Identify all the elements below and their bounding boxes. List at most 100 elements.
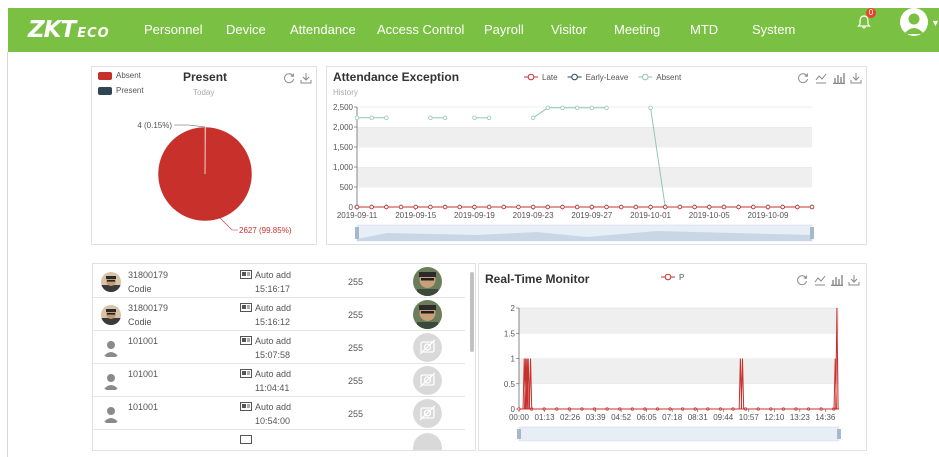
verify-mode: Auto add	[255, 369, 292, 379]
legend-swatch-absent	[98, 72, 112, 80]
nav-access-control[interactable]: Access Control	[377, 8, 464, 52]
data-point-absent[interactable]	[472, 115, 477, 120]
data-point-absent[interactable]	[648, 105, 653, 110]
data-point-absent[interactable]	[545, 105, 551, 110]
data-point-late[interactable]	[472, 204, 477, 210]
no-photo-icon[interactable]	[413, 333, 442, 362]
data-point-late[interactable]	[457, 204, 462, 210]
data-point-absent[interactable]	[589, 105, 595, 110]
data-point-late[interactable]	[574, 204, 580, 210]
list-item[interactable]: 101001 Auto add 10:54:00 255	[93, 397, 465, 430]
x-tick-label: 2019-09-15	[395, 211, 436, 220]
data-point-absent[interactable]	[369, 115, 374, 120]
data-point-late[interactable]	[648, 204, 653, 210]
data-point-absent[interactable]	[530, 115, 536, 120]
list-item-partial[interactable]	[93, 430, 465, 450]
data-point-late[interactable]	[501, 204, 506, 210]
x-tick-label: 12:10	[764, 413, 785, 422]
zoom-handle-left[interactable]	[517, 429, 521, 439]
record-time: 15:07:58	[255, 350, 291, 360]
zoom-handle-left[interactable]	[355, 227, 359, 239]
nav-personnel[interactable]: Personnel	[144, 8, 203, 52]
data-point-late[interactable]	[413, 204, 418, 210]
captured-photo[interactable]	[413, 300, 442, 329]
data-point-late[interactable]	[398, 204, 404, 210]
nav-meeting[interactable]: Meeting	[614, 8, 660, 52]
data-point-late[interactable]	[618, 204, 624, 210]
data-point-late[interactable]	[442, 204, 448, 210]
list-scrollbar[interactable]	[470, 272, 474, 352]
x-tick-label: 13:23	[790, 413, 811, 422]
captured-photo[interactable]	[413, 267, 442, 296]
present-panel: Absent Present Present Today 4 (0.15%) 26…	[91, 66, 317, 245]
nav-payroll[interactable]: Payroll	[484, 8, 524, 52]
zoom-slider[interactable]	[518, 426, 840, 442]
data-point-absent[interactable]	[442, 115, 448, 120]
data-point-absent[interactable]	[604, 105, 609, 110]
data-point-late[interactable]	[354, 204, 360, 210]
pie-label-line-present	[174, 124, 206, 128]
data-point-late[interactable]	[736, 204, 741, 210]
no-photo-icon[interactable]	[413, 366, 442, 395]
legend-swatch-present	[98, 87, 112, 95]
data-point-absent[interactable]	[486, 115, 492, 120]
data-point-absent[interactable]	[574, 105, 580, 110]
nav-device[interactable]: Device	[226, 8, 266, 52]
list-item[interactable]: 101001 Auto add 11:04:41 255	[93, 364, 465, 397]
record-time: 15:16:12	[255, 317, 291, 327]
data-point-absent[interactable]	[384, 115, 389, 120]
data-point-late[interactable]	[428, 204, 433, 210]
list-item[interactable]: 31800179 Codie Auto add 15:16:17 255	[93, 265, 465, 298]
data-point-late[interactable]	[516, 204, 521, 210]
person-photo	[101, 272, 121, 292]
data-point-absent[interactable]	[354, 115, 360, 120]
list-item[interactable]: 31800179 Codie Auto add 15:16:12 255	[93, 298, 465, 331]
pie-label-absent: 2627 (99.85%)	[239, 226, 292, 235]
legend-label-present[interactable]: Present	[116, 86, 144, 95]
legend-label-absent[interactable]: Absent	[116, 71, 141, 80]
refresh-icon[interactable]	[283, 72, 295, 84]
y-tick-label: 2,500	[333, 103, 354, 112]
download-icon[interactable]	[300, 72, 312, 84]
zoom-handle-right[interactable]	[810, 227, 814, 239]
nav-attendance[interactable]: Attendance	[290, 8, 356, 52]
data-point-late[interactable]	[780, 204, 785, 210]
data-point-late[interactable]	[369, 204, 374, 210]
device-icon	[240, 336, 252, 345]
data-point-late[interactable]	[486, 204, 492, 210]
chevron-down-icon[interactable]: ▼	[931, 18, 939, 28]
zkteco-logo[interactable]: ZKT ECO	[28, 18, 110, 42]
no-photo-icon[interactable]	[413, 399, 442, 428]
zoom-handle-right[interactable]	[837, 429, 841, 439]
data-point-late[interactable]	[795, 204, 800, 210]
x-tick-label: 2019-10-09	[748, 211, 789, 220]
data-point-late[interactable]	[604, 204, 609, 210]
person-avatar	[101, 305, 121, 325]
data-point-late[interactable]	[560, 204, 565, 210]
nav-mtd[interactable]: MTD	[690, 8, 718, 52]
data-point-late[interactable]	[545, 204, 551, 210]
pie-slice-absent[interactable]	[157, 126, 253, 222]
data-point-late[interactable]	[677, 204, 683, 210]
data-point-late[interactable]	[589, 204, 595, 210]
data-point-late[interactable]	[384, 204, 389, 210]
data-point-absent[interactable]	[428, 115, 433, 120]
nav-visitor[interactable]: Visitor	[551, 8, 587, 52]
person-id: 31800179	[128, 270, 169, 280]
grid-band	[357, 127, 812, 147]
data-point-late[interactable]	[692, 204, 697, 210]
data-point-late[interactable]	[751, 204, 756, 210]
data-point-absent[interactable]	[560, 105, 565, 110]
list-item[interactable]: 101001 Auto add 15:07:58 255	[93, 331, 465, 364]
nav-system[interactable]: System	[752, 8, 795, 52]
no-photo-icon[interactable]	[413, 433, 442, 450]
data-point-late[interactable]	[633, 204, 639, 210]
data-point-late[interactable]	[530, 204, 536, 210]
x-tick-label: 2019-09-23	[513, 211, 554, 220]
data-point-late[interactable]	[721, 204, 727, 210]
data-point-late[interactable]	[809, 204, 815, 210]
data-point-late[interactable]	[663, 204, 668, 210]
data-point-late[interactable]	[707, 204, 712, 210]
data-point-late[interactable]	[765, 204, 771, 210]
user-avatar[interactable]	[900, 8, 928, 36]
